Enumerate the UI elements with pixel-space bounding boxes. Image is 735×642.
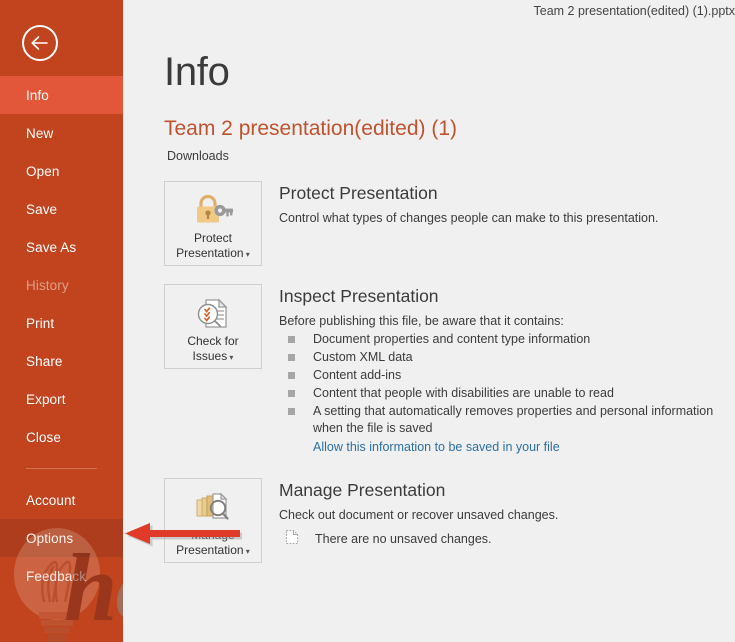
list-item-label: Content that people with disabilities ar…	[313, 386, 614, 400]
button-label-line1: Check for	[187, 334, 239, 348]
inspect-findings-list: Document properties and content type inf…	[279, 331, 733, 456]
powerpoint-backstage-info-screen: Team 2 presentation(edited) (1).pptx Inf…	[0, 0, 735, 642]
button-label-line2: Presentation	[176, 543, 244, 557]
backstage-sidebar: Info New Open Save Save As History Print…	[0, 0, 123, 642]
manage-presentation-button[interactable]: Manage Presentation ▾	[164, 478, 262, 563]
back-button[interactable]	[22, 25, 58, 61]
sidebar-item-label: Save	[26, 201, 58, 217]
sidebar-item-export[interactable]: Export	[0, 380, 123, 418]
manage-presentation-button-label: Manage Presentation ▾	[176, 528, 250, 559]
list-item-label: Custom XML data	[313, 350, 413, 364]
section-title: Protect Presentation	[279, 183, 438, 203]
sidebar-item-feedback[interactable]: Feedback	[0, 557, 123, 595]
protect-presentation-body: Protect Presentation Control what types …	[279, 181, 658, 227]
lock-key-icon	[193, 193, 233, 227]
chevron-down-icon: ▾	[243, 547, 250, 556]
list-item: Document properties and content type inf…	[279, 331, 733, 348]
sidebar-item-open[interactable]: Open	[0, 152, 123, 190]
sidebar-item-new[interactable]: New	[0, 114, 123, 152]
manage-presentation-body: Manage Presentation Check out document o…	[279, 478, 558, 548]
sidebar-item-label: Close	[26, 429, 62, 445]
button-label-line2: Issues	[192, 349, 228, 363]
list-item: Custom XML data	[279, 349, 733, 366]
bullet-square-icon	[288, 390, 295, 397]
list-item-label: A setting that automatically removes pro…	[313, 404, 714, 435]
protect-presentation-section: Protect Presentation ▾ Protect Presentat…	[164, 181, 735, 266]
bullet-square-icon	[288, 336, 295, 343]
document-stack-magnifier-icon	[194, 490, 232, 524]
chevron-down-icon: ▾	[243, 250, 250, 259]
protect-presentation-button[interactable]: Protect Presentation ▾	[164, 181, 262, 266]
back-arrow-icon	[31, 36, 48, 50]
sidebar-item-label: Account	[26, 492, 76, 508]
sidebar-item-label: Share	[26, 353, 63, 369]
section-description: Control what types of changes people can…	[279, 211, 659, 225]
document-title: Team 2 presentation(edited) (1)	[164, 117, 457, 140]
sidebar-divider	[26, 468, 97, 469]
sidebar-item-label: Save As	[26, 239, 77, 255]
document-name-title: Team 2 presentation(edited) (1).pptx	[533, 4, 735, 18]
button-label-line1: Manage	[191, 528, 235, 542]
list-item: Content add-ins	[279, 367, 733, 384]
list-item: A setting that automatically removes pro…	[279, 403, 733, 437]
sidebar-nav: Info New Open Save Save As History Print…	[0, 76, 123, 595]
sidebar-item-label: Open	[26, 163, 60, 179]
section-title: Manage Presentation	[279, 480, 446, 500]
document-magnifier-check-icon	[195, 296, 231, 330]
check-for-issues-button-label: Check for Issues ▾	[187, 334, 238, 365]
status-label: There are no unsaved changes.	[315, 531, 492, 546]
manage-presentation-section: Manage Presentation ▾ Manage Presentatio…	[164, 478, 735, 563]
button-label-line1: Protect	[193, 231, 232, 245]
sidebar-item-options[interactable]: Options	[0, 519, 123, 557]
bullet-square-icon	[288, 354, 295, 361]
allow-info-saved-link[interactable]: Allow this information to be saved in yo…	[313, 440, 560, 454]
protect-presentation-button-label: Protect Presentation ▾	[176, 231, 250, 262]
section-title: Inspect Presentation	[279, 286, 439, 306]
sidebar-item-save[interactable]: Save	[0, 190, 123, 228]
bullet-square-icon	[288, 408, 295, 415]
sidebar-item-share[interactable]: Share	[0, 342, 123, 380]
sidebar-item-save-as[interactable]: Save As	[0, 228, 123, 266]
check-for-issues-button[interactable]: Check for Issues ▾	[164, 284, 262, 369]
sidebar-item-account[interactable]: Account	[0, 481, 123, 519]
sidebar-item-print[interactable]: Print	[0, 304, 123, 342]
dashed-document-icon	[285, 529, 299, 548]
sidebar-item-label: Export	[26, 391, 66, 407]
inspect-presentation-section: Check for Issues ▾ Inspect Presentation …	[164, 284, 735, 456]
section-description: Before publishing this file, be aware th…	[279, 314, 564, 328]
sidebar-item-label: New	[26, 125, 54, 141]
bullet-square-icon	[288, 372, 295, 379]
sidebar-item-label: History	[26, 277, 69, 293]
sidebar-item-history: History	[0, 266, 123, 304]
title-bar: Team 2 presentation(edited) (1).pptx	[123, 0, 735, 24]
button-label-line2: Presentation	[176, 246, 244, 260]
sidebar-item-label: Options	[26, 530, 74, 546]
section-description: Check out document or recover unsaved ch…	[279, 508, 559, 522]
unsaved-changes-status: There are no unsaved changes.	[279, 529, 558, 548]
chevron-down-icon: ▾	[227, 353, 234, 362]
sidebar-item-label: Feedback	[26, 568, 87, 584]
info-pane: Info Team 2 presentation(edited) (1) Dow…	[123, 24, 735, 642]
sidebar-item-label: Info	[26, 87, 49, 103]
page-title: Info	[164, 50, 230, 94]
sidebar-item-label: Print	[26, 315, 55, 331]
list-item-label: Content add-ins	[313, 368, 402, 382]
sidebar-item-close[interactable]: Close	[0, 418, 123, 456]
list-item-label: Document properties and content type inf…	[313, 332, 591, 346]
list-item: Content that people with disabilities ar…	[279, 385, 733, 402]
document-path: Downloads	[167, 149, 229, 163]
inspect-presentation-body: Inspect Presentation Before publishing t…	[279, 284, 733, 456]
sidebar-item-info[interactable]: Info	[0, 76, 123, 114]
